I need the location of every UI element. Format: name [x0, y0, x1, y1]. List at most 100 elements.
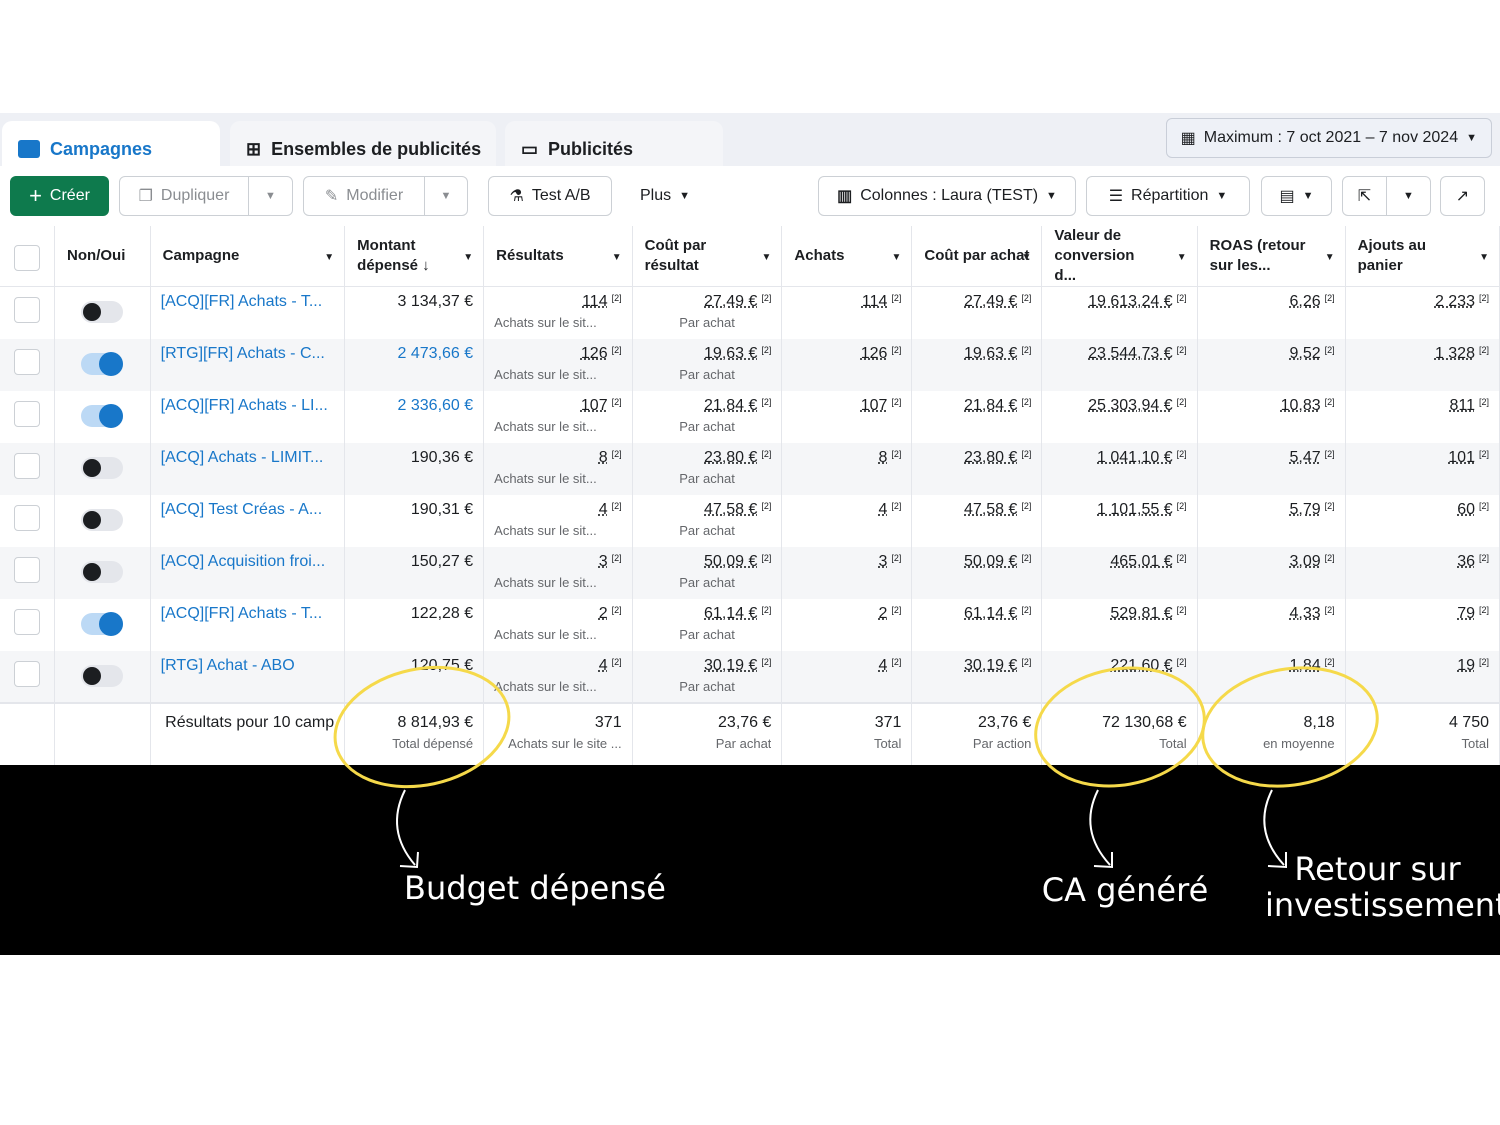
value[interactable]: 9,52 [1289, 345, 1320, 362]
value[interactable]: 30,19 € [704, 657, 757, 674]
breakdown-button[interactable]: ☰ Répartition ▼ [1086, 176, 1250, 216]
reports-button[interactable]: ▤ ▼ [1261, 176, 1332, 216]
campaign-toggle[interactable] [81, 301, 124, 323]
column-header-purchases[interactable]: Achats ▼ [781, 226, 913, 287]
chart-button[interactable]: ↗ [1440, 176, 1485, 216]
value[interactable]: 114 [582, 293, 608, 310]
value[interactable]: 6,26 [1289, 293, 1320, 310]
value[interactable]: 36 [1457, 553, 1475, 570]
value[interactable]: 1 101,55 € [1097, 501, 1173, 518]
value[interactable]: 4 [879, 501, 888, 518]
create-button[interactable]: + Créer [10, 176, 109, 216]
campaign-toggle[interactable] [81, 508, 124, 531]
column-header-add-to-cart[interactable]: Ajouts au panier ▼ [1345, 226, 1500, 287]
columns-button[interactable]: ▥ Colonnes : Laura (TEST) ▼ [818, 176, 1076, 216]
more-button[interactable]: Plus ▼ [625, 176, 705, 216]
table-row[interactable]: [ACQ] Acquisition froi... 150,27 € 3 [2] A… [0, 546, 1500, 599]
column-header-cost-per-result[interactable]: Coût par résultat ▼ [632, 226, 783, 287]
value[interactable]: 8 [599, 449, 608, 466]
value[interactable]: 21,84 € [964, 397, 1017, 414]
column-header-conversion-value[interactable]: Valeur de conversion d... ▼ [1041, 226, 1198, 287]
value[interactable]: 2 233 [1435, 293, 1475, 310]
edit-dropdown[interactable]: ▼ [424, 176, 468, 216]
value[interactable]: 107 [581, 397, 608, 414]
value[interactable]: 1 041,10 € [1097, 449, 1173, 466]
row-checkbox[interactable] [14, 297, 41, 323]
campaign-toggle[interactable] [81, 351, 124, 376]
value[interactable]: 221,60 € [1110, 657, 1172, 674]
campaign-name-link[interactable]: [ACQ][FR] Achats - T... [161, 293, 323, 310]
campaign-name-link[interactable]: [ACQ][FR] Achats - LI... [161, 397, 328, 414]
duplicate-dropdown[interactable]: ▼ [248, 176, 293, 216]
campaign-name-link[interactable]: [ACQ] Test Créas - A... [161, 501, 323, 518]
select-all-checkbox[interactable] [14, 245, 41, 271]
campaign-name-link[interactable]: [ACQ] Achats - LIMIT... [161, 449, 324, 466]
value[interactable]: 4 [879, 657, 888, 674]
value[interactable]: 19 [1457, 657, 1475, 674]
value[interactable]: 61,14 € [704, 605, 757, 622]
row-checkbox[interactable] [14, 452, 41, 479]
campaign-name-link[interactable]: [RTG][FR] Achats - C... [161, 345, 325, 362]
value[interactable]: 3 [879, 553, 888, 570]
value[interactable]: 5,47 [1289, 449, 1320, 466]
value[interactable]: 126 [581, 345, 608, 362]
value[interactable]: 126 [861, 345, 888, 362]
campaign-name-link[interactable]: [ACQ][FR] Achats - T... [161, 605, 323, 622]
column-header-amount-spent[interactable]: Montant dépensé ↓ ▼ [344, 226, 485, 287]
value[interactable]: 25 303,94 € [1088, 397, 1173, 414]
campaign-name-link[interactable]: [ACQ] Acquisition froi... [161, 553, 326, 570]
column-header-toggle[interactable]: Non/Oui [54, 226, 151, 287]
value[interactable]: 101 [1448, 449, 1475, 466]
table-row[interactable]: [ACQ] Achats - LIMIT... 190,36 € 8 [2] Ach… [0, 442, 1500, 495]
value[interactable]: 21,84 € [704, 397, 757, 414]
value[interactable]: 47,58 € [704, 501, 757, 518]
edit-button[interactable]: ✎ Modifier [303, 176, 425, 216]
value[interactable]: 114 [862, 293, 888, 310]
value[interactable]: 27,49 € [704, 293, 757, 310]
value[interactable]: 60 [1457, 501, 1475, 518]
column-header-roas[interactable]: ROAS (retour sur les... ▼ [1197, 226, 1346, 287]
value[interactable]: 3 [599, 553, 608, 570]
value[interactable]: 5,79 [1289, 501, 1320, 518]
column-header-campaign[interactable]: Campagne ▼ [150, 226, 346, 287]
value[interactable]: 4 [599, 501, 608, 518]
row-checkbox[interactable] [14, 556, 41, 583]
row-checkbox[interactable] [14, 504, 41, 531]
row-checkbox[interactable] [14, 608, 41, 635]
value[interactable]: 811 [1449, 397, 1475, 414]
value[interactable]: 107 [861, 397, 888, 414]
export-button[interactable]: ⇱ [1342, 176, 1387, 216]
column-header-cost-per-purchase[interactable]: Coût par achat ▼ [911, 226, 1043, 287]
value[interactable]: 23,80 € [704, 449, 757, 466]
date-range-picker[interactable]: ▦ Maximum : 7 oct 2021 – 7 nov 2024 ▼ [1165, 118, 1492, 158]
row-checkbox[interactable] [14, 660, 41, 687]
campaign-toggle[interactable] [81, 664, 124, 687]
value[interactable]: 3,09 [1289, 553, 1320, 570]
value[interactable]: 47,58 € [964, 501, 1017, 518]
table-row[interactable]: [ACQ][FR] Achats - T... 122,28 € 2 [2] Ach… [0, 598, 1500, 651]
table-row[interactable]: [RTG] Achat - ABO 120,75 € 4 [2] Achats su… [0, 650, 1500, 703]
table-row[interactable]: [RTG][FR] Achats - C... 2 473,66 € 126 [2… [0, 338, 1500, 391]
value[interactable]: 50,09 € [964, 553, 1017, 570]
campaign-toggle[interactable] [81, 456, 124, 479]
campaign-toggle[interactable] [81, 611, 124, 636]
value[interactable]: 8 [879, 449, 888, 466]
table-row[interactable]: [ACQ] Test Créas - A... 190,31 € 4 [2] Ach… [0, 494, 1500, 547]
campaign-toggle[interactable] [81, 403, 124, 428]
row-checkbox[interactable] [14, 400, 41, 427]
row-checkbox[interactable] [14, 348, 41, 375]
export-dropdown[interactable]: ▼ [1386, 176, 1431, 216]
value[interactable]: 1 328 [1435, 345, 1475, 362]
value[interactable]: 4 [599, 657, 608, 674]
campaign-name-link[interactable]: [RTG] Achat - ABO [161, 657, 295, 674]
value[interactable]: 529,81 € [1110, 605, 1172, 622]
ab-test-button[interactable]: ⚗ Test A/B [488, 176, 612, 216]
table-row[interactable]: [ACQ][FR] Achats - LI... 2 336,60 € 107[… [0, 390, 1500, 443]
value[interactable]: 61,14 € [964, 605, 1017, 622]
value[interactable]: 19 613,24 € [1088, 293, 1173, 310]
table-row[interactable]: [ACQ][FR] Achats - T... 3 134,37 € 114 [2… [0, 286, 1500, 339]
column-header-results[interactable]: Résultats ▼ [483, 226, 633, 287]
value[interactable]: 27,49 € [964, 293, 1017, 310]
value[interactable]: 4,33 [1289, 605, 1320, 622]
value[interactable]: 19,63 € [964, 345, 1017, 362]
